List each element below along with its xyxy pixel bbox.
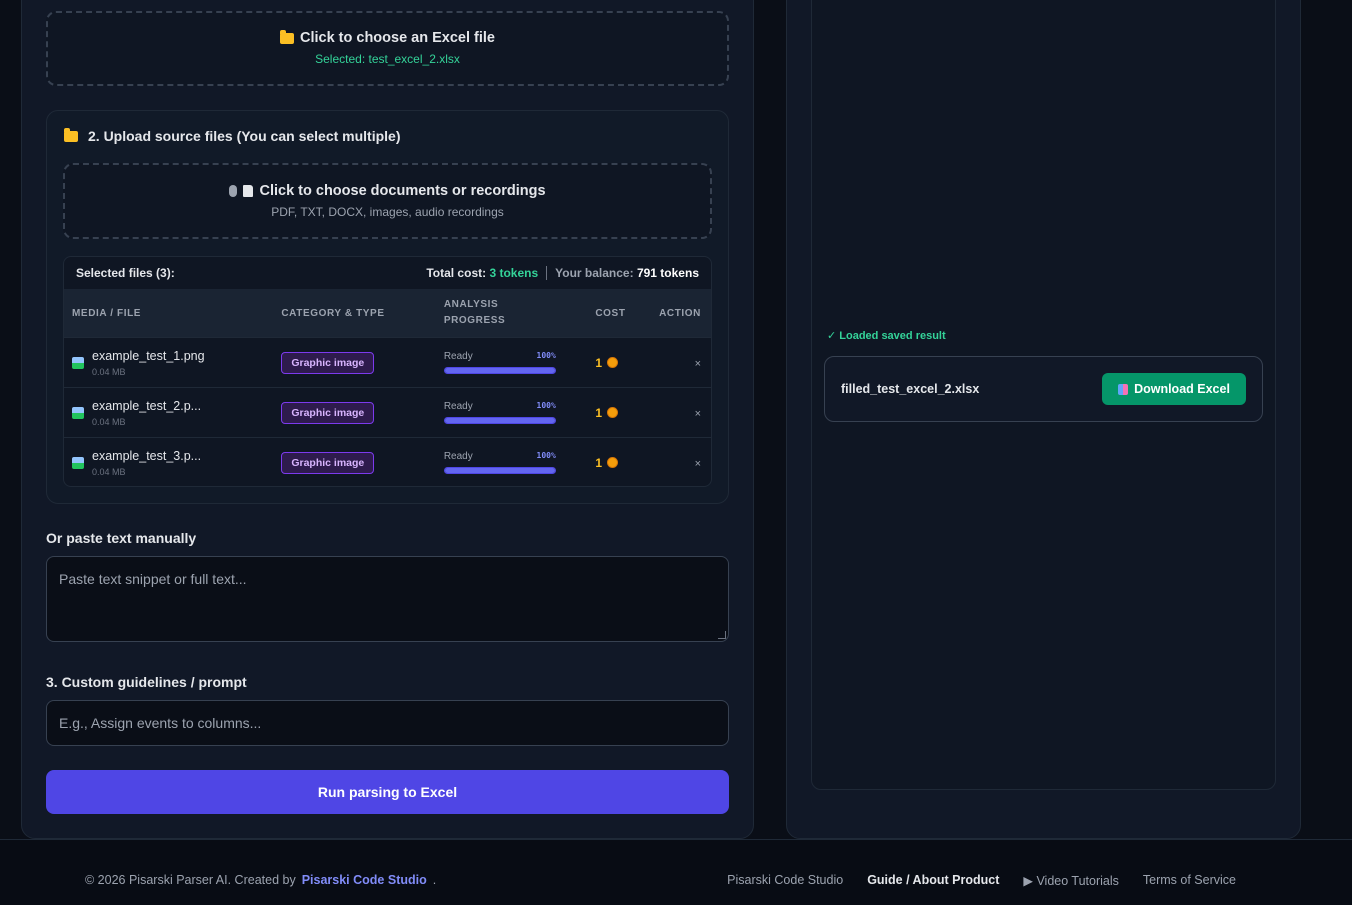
excel-dropzone[interactable]: Click to choose an Excel file Selected: … (46, 11, 729, 86)
brand-link[interactable]: Pisarski Code Studio (302, 873, 427, 887)
image-file-icon (72, 406, 84, 419)
divider (546, 266, 548, 280)
file-name: example_test_2.p... (92, 398, 202, 413)
footer: © 2026 Pisarski Parser AI. Created by Pi… (0, 839, 1352, 905)
upload-source-heading-text: 2. Upload source files (You can select m… (88, 128, 401, 144)
resize-handle[interactable] (718, 631, 726, 639)
source-dropzone-title: Click to choose documents or recordings (259, 183, 546, 199)
download-label: Download Excel (1134, 382, 1230, 396)
progress-percent: 100% (536, 451, 556, 460)
upload-source-heading: 2. Upload source files (You can select m… (64, 127, 401, 144)
col-media-file: MEDIA / FILE (72, 307, 142, 319)
file-name: example_test_1.png (92, 348, 205, 363)
prompt-input[interactable]: E.g., Assign events to columns... (46, 700, 729, 746)
files-summary: Selected files (3): Total cost: 3 tokens… (64, 257, 711, 289)
file-cost: 1 (595, 355, 603, 370)
selected-files-table: Selected files (3): Total cost: 3 tokens… (63, 256, 712, 487)
file-cost: 1 (595, 405, 603, 420)
download-excel-button[interactable]: Download Excel (1102, 373, 1246, 405)
document-icon (243, 185, 254, 197)
col-category-type: CATEGORY & TYPE (281, 307, 385, 319)
excel-dropzone-title: Click to choose an Excel file (299, 30, 495, 46)
prompt-label: 3. Custom guidelines / prompt (46, 674, 247, 690)
total-cost-label: Total cost: (426, 266, 487, 280)
remove-file-button[interactable]: × (695, 408, 701, 420)
status-text: Ready (443, 401, 473, 412)
col-cost: COST (595, 307, 626, 319)
footer-link-studio[interactable]: Pisarski Code Studio (727, 873, 843, 888)
progress-bar (443, 367, 556, 374)
table-row: example_test_2.p... 0.04 MB Graphic imag… (64, 387, 711, 437)
source-dropzone-subtitle: PDF, TXT, DOCX, images, audio recordings (271, 205, 504, 219)
table-row: example_test_1.png 0.04 MB Graphic image… (64, 337, 711, 387)
coin-icon (607, 457, 619, 468)
folder-icon (64, 127, 78, 142)
image-file-icon (72, 456, 84, 469)
category-badge: Graphic image (281, 451, 375, 474)
excel-icon (1118, 383, 1129, 395)
file-cost: 1 (595, 455, 603, 470)
total-cost-value: 3 tokens (489, 266, 539, 280)
excel-selected-file: Selected: test_excel_2.xlsx (315, 52, 460, 66)
manual-text-placeholder: Paste text snippet or full text... (59, 571, 247, 587)
progress-percent: 100% (536, 351, 556, 360)
status-text: Ready (443, 351, 473, 362)
status-text: Ready (443, 451, 473, 462)
footer-link-terms[interactable]: Terms of Service (1143, 873, 1236, 888)
prompt-placeholder: E.g., Assign events to columns... (59, 715, 262, 731)
microphone-icon (229, 185, 238, 197)
file-size: 0.04 MB (92, 366, 126, 377)
progress-bar (443, 467, 556, 474)
category-badge: Graphic image (281, 351, 375, 374)
selected-files-label: Selected files (3): (76, 266, 175, 280)
file-name: example_test_3.p... (92, 448, 202, 463)
col-progress-label: PROGRESS (443, 315, 506, 326)
remove-file-button[interactable]: × (695, 358, 701, 370)
col-action: ACTION (659, 307, 701, 319)
manual-text-input[interactable]: Paste text snippet or full text... (46, 556, 729, 642)
table-header: MEDIA / FILE CATEGORY & TYPE ANALYSIS PR… (64, 289, 711, 337)
coin-icon (607, 357, 619, 368)
source-dropzone[interactable]: Click to choose documents or recordings … (63, 163, 712, 239)
footer-copyright: © 2026 Pisarski Parser AI. Created by Pi… (85, 873, 436, 887)
balance-value: 791 tokens (636, 266, 699, 280)
image-file-icon (72, 356, 84, 369)
folder-icon (279, 29, 294, 44)
loaded-result-status: ✓ Loaded saved result (827, 330, 946, 342)
run-parsing-button[interactable]: Run parsing to Excel (46, 770, 729, 814)
progress-bar (443, 417, 556, 424)
result-filename: filled_test_excel_2.xlsx (841, 382, 980, 396)
category-badge: Graphic image (281, 401, 375, 424)
col-analysis-label: ANALYSIS (443, 299, 499, 310)
progress-percent: 100% (536, 401, 556, 410)
result-card: filled_test_excel_2.xlsx Download Excel (824, 356, 1263, 422)
coin-icon (607, 407, 619, 418)
remove-file-button[interactable]: × (695, 458, 701, 470)
footer-link-guide[interactable]: Guide / About Product (867, 873, 999, 888)
copyright-dot: . (432, 873, 437, 887)
manual-text-label: Or paste text manually (46, 530, 197, 546)
footer-links: Pisarski Code Studio Guide / About Produ… (727, 873, 1236, 888)
file-size: 0.04 MB (92, 416, 126, 427)
col-analysis-progress: ANALYSIS PROGRESS (436, 297, 582, 329)
footer-link-video-tutorials[interactable]: ▶ Video Tutorials (1023, 873, 1119, 888)
table-row: example_test_3.p... 0.04 MB Graphic imag… (64, 437, 711, 486)
balance-label: Your balance: (555, 266, 634, 280)
file-size: 0.04 MB (92, 466, 126, 477)
copyright-text: © 2026 Pisarski Parser AI. Created by (85, 873, 296, 887)
